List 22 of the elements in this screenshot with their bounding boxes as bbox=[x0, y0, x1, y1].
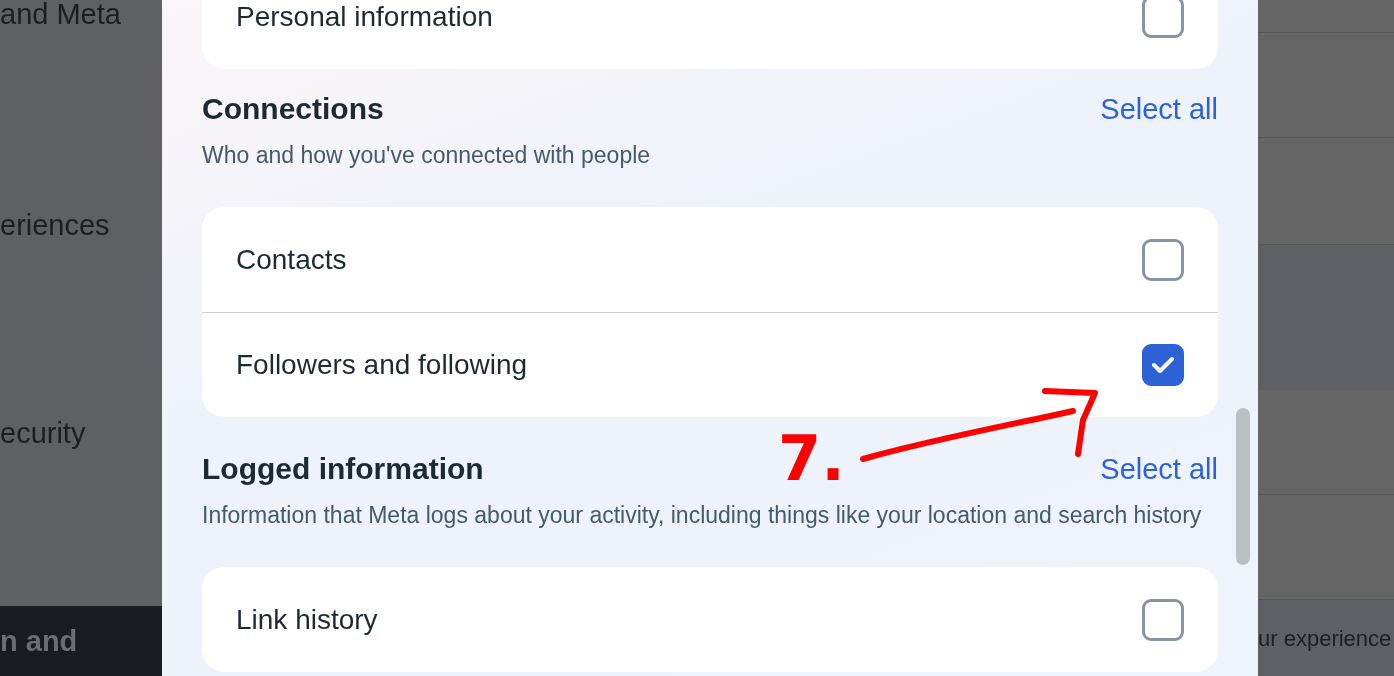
check-icon bbox=[1152, 356, 1174, 374]
checkbox[interactable] bbox=[1142, 344, 1184, 386]
select-all-link[interactable]: Select all bbox=[1100, 91, 1218, 127]
background-text: ur experience bbox=[1258, 624, 1392, 653]
option-label: Followers and following bbox=[236, 348, 528, 382]
section-description: Information that Meta logs about your activity, including things like your location and search history bbox=[202, 501, 1202, 530]
section-description: Who and how you've connected with people bbox=[202, 141, 652, 170]
checkbox[interactable] bbox=[1142, 0, 1184, 38]
checkbox[interactable] bbox=[1142, 238, 1184, 281]
scrollbar-thumb[interactable] bbox=[1236, 408, 1250, 565]
footer-text: n and bbox=[0, 606, 162, 676]
select-all-link[interactable]: Select all bbox=[1100, 451, 1218, 487]
option-label: Link history bbox=[236, 602, 378, 637]
background-text: ecurity bbox=[0, 416, 87, 451]
annotation-text: 7. bbox=[778, 424, 845, 494]
checkbox[interactable] bbox=[1142, 598, 1184, 641]
background-text: and Meta bbox=[0, 0, 122, 32]
option-label: Personal information bbox=[236, 0, 493, 34]
option-label: Contacts bbox=[236, 242, 347, 277]
section-title: Logged information bbox=[202, 451, 484, 487]
section-title: Connections bbox=[202, 91, 384, 127]
background-text: eriences bbox=[0, 208, 111, 243]
